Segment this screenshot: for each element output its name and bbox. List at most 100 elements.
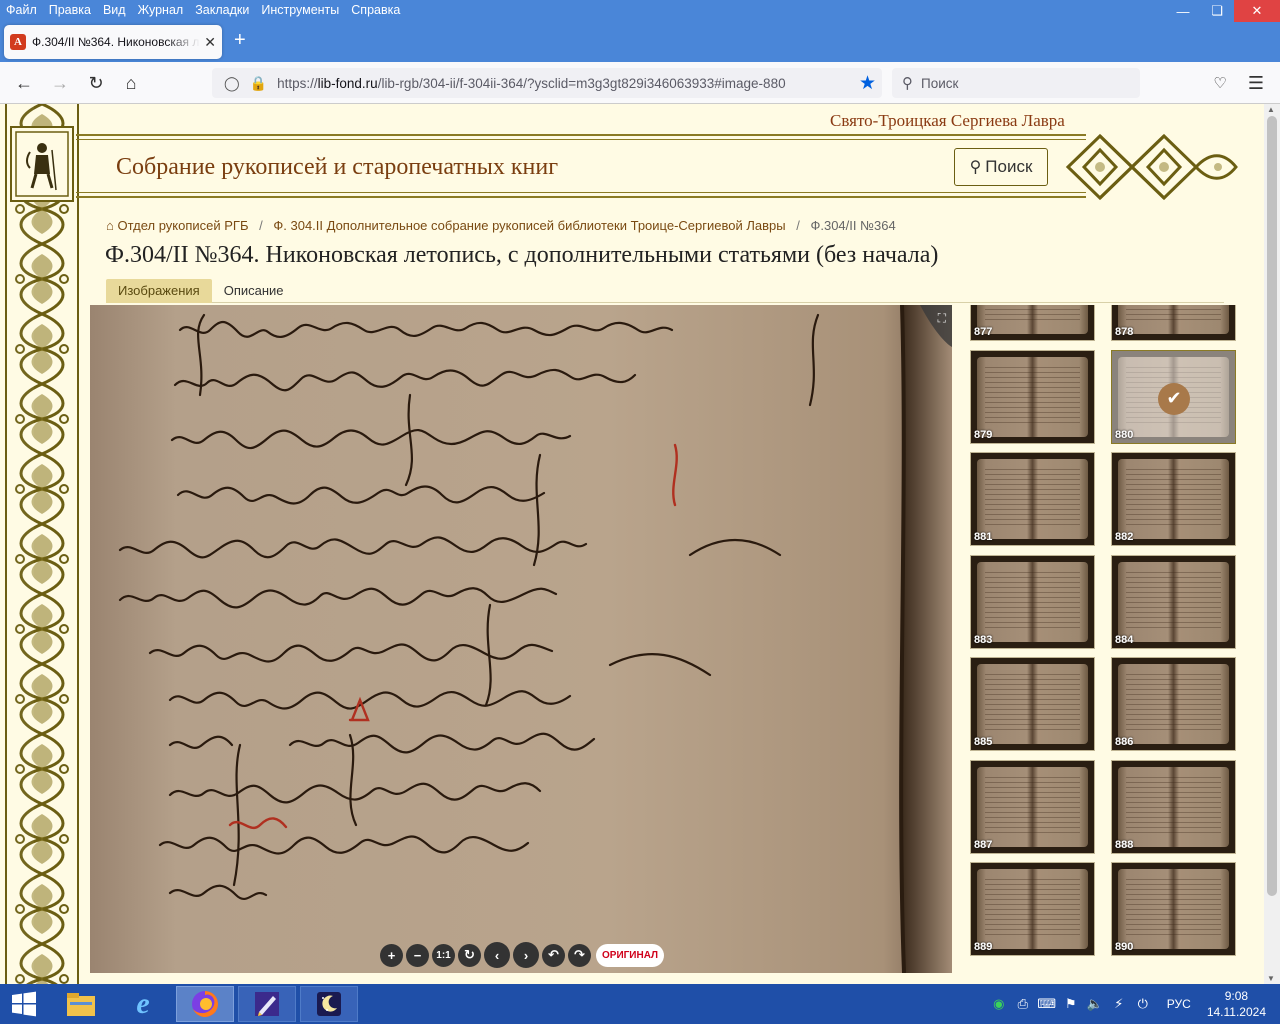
address-bar[interactable]: ◯ 🔒 https://lib-fond.ru/lib-rgb/304-ii/f… bbox=[212, 68, 882, 98]
volume-icon[interactable]: 🔈 bbox=[1083, 996, 1107, 1012]
power-icon[interactable]: ⏻ bbox=[1131, 996, 1155, 1012]
breadcrumb-home[interactable]: Отдел рукописей РГБ bbox=[117, 218, 248, 233]
lavra-link[interactable]: Свято-Троицкая Сергиева Лавра bbox=[830, 111, 1065, 131]
thumbnail-item[interactable]: 886 bbox=[1111, 657, 1236, 751]
thumbnail-image bbox=[1118, 459, 1229, 539]
forward-arrow-icon[interactable]: → bbox=[48, 71, 72, 95]
minimize-button[interactable]: — bbox=[1166, 0, 1200, 22]
flag-icon[interactable]: ⚑ bbox=[1059, 996, 1083, 1012]
thumbnail-item[interactable]: 883 bbox=[970, 554, 1095, 649]
start-button[interactable] bbox=[0, 984, 48, 1024]
search-icon: ⚲ bbox=[969, 159, 982, 176]
site-title[interactable]: Собрание рукописей и старопечатных книг bbox=[116, 154, 558, 181]
scroll-up-icon[interactable]: ▲ bbox=[1267, 105, 1275, 114]
zoom-out-button[interactable]: − bbox=[406, 943, 429, 967]
browser-tab[interactable]: A Ф.304/II №364. Никоновская летопись, с… bbox=[4, 25, 222, 59]
browser-search-input[interactable]: ⚲ Поиск bbox=[892, 68, 1140, 98]
pen-app-icon[interactable] bbox=[238, 986, 296, 1022]
thumbnail-item[interactable]: 888 bbox=[1111, 759, 1236, 854]
menu-bar: Файл Правка Вид Журнал Закладки Инструме… bbox=[0, 0, 1280, 22]
menu-tools[interactable]: Инструменты bbox=[255, 0, 345, 22]
menu-view[interactable]: Вид bbox=[97, 0, 132, 22]
pocket-icon[interactable]: ♡ bbox=[1208, 71, 1232, 95]
thumbnail-image bbox=[977, 459, 1088, 539]
next-page-button[interactable]: › bbox=[513, 942, 539, 968]
site-logo[interactable] bbox=[10, 126, 74, 202]
new-tab-icon[interactable]: + bbox=[234, 30, 246, 50]
actual-size-button[interactable]: 1:1 bbox=[432, 943, 455, 967]
manuscript-viewer[interactable]: ⛶ + − 1:1 ↻ ‹ › ↶ ↷ ОРИГИНАЛ bbox=[90, 305, 952, 973]
tab-description[interactable]: Описание bbox=[212, 279, 296, 303]
close-window-button[interactable]: ✕ bbox=[1234, 0, 1280, 22]
thumbnail-number: 885 bbox=[974, 736, 993, 748]
night-sky-app-icon[interactable] bbox=[300, 986, 358, 1022]
zoom-in-button[interactable]: + bbox=[380, 943, 403, 967]
menu-help[interactable]: Справка bbox=[345, 0, 406, 22]
menu-file[interactable]: Файл bbox=[0, 0, 43, 22]
tab-images[interactable]: Изображения bbox=[106, 279, 212, 303]
scrollbar-thumb[interactable] bbox=[1267, 116, 1277, 896]
thumbnail-item[interactable]: 877 bbox=[970, 305, 1095, 341]
breadcrumb-collection[interactable]: Ф. 304.II Дополнительное собрание рукопи… bbox=[273, 218, 785, 233]
keyboard-icon[interactable]: ⌨ bbox=[1035, 996, 1059, 1012]
thumbnail-item[interactable]: 887 bbox=[970, 759, 1095, 854]
previous-page-button[interactable]: ‹ bbox=[484, 942, 510, 968]
thumbnail-item[interactable]: 885 bbox=[970, 657, 1095, 751]
language-indicator[interactable]: РУС bbox=[1167, 997, 1191, 1011]
thumbnail-number: 881 bbox=[974, 531, 993, 543]
hamburger-menu-icon[interactable]: ☰ bbox=[1244, 71, 1268, 95]
clock[interactable]: 9:08 14.11.2024 bbox=[1207, 988, 1266, 1020]
firefox-icon[interactable] bbox=[176, 986, 234, 1022]
fullscreen-icon[interactable]: ⛶ bbox=[938, 311, 946, 326]
viewer-toolbar: + − 1:1 ↻ ‹ › ↶ ↷ ОРИГИНАЛ bbox=[380, 942, 665, 968]
lock-icon[interactable]: 🔒 bbox=[250, 75, 267, 92]
original-image-button[interactable]: ОРИГИНАЛ bbox=[596, 943, 665, 967]
thumbnail-item[interactable]: ✔ 880 bbox=[1111, 349, 1236, 444]
thumbnail-list: 877 878 879 ✔ 880 881 882 883 884 885 886 887 888 889… bbox=[966, 305, 1262, 973]
connection-icon[interactable]: ⚡ bbox=[1107, 996, 1131, 1012]
document-tabs: Изображения Описание bbox=[106, 279, 1224, 303]
web-page: Свято-Троицкая Сергиева Лавра Собрание р… bbox=[0, 104, 1264, 984]
window-controls: — ❏ ✕ bbox=[1166, 0, 1280, 22]
tab-strip: A Ф.304/II №364. Никоновская летопись, с… bbox=[0, 22, 1280, 62]
reload-icon[interactable]: ↻ bbox=[84, 71, 108, 95]
rotate-left-icon[interactable]: ↶ bbox=[542, 943, 565, 967]
bookmark-star-icon[interactable]: ★ bbox=[859, 72, 876, 95]
thumbnail-item[interactable]: 882 bbox=[1111, 452, 1236, 546]
thumbnail-number: 878 bbox=[1115, 326, 1134, 338]
pilgrim-logo-icon bbox=[15, 131, 69, 197]
printer-icon[interactable]: ⎙ bbox=[1011, 996, 1035, 1012]
menu-bookmarks[interactable]: Закладки bbox=[189, 0, 255, 22]
scroll-down-icon[interactable]: ▼ bbox=[1267, 974, 1275, 983]
shield-icon[interactable]: ◯ bbox=[224, 75, 240, 92]
internet-explorer-icon[interactable]: e bbox=[114, 986, 172, 1022]
clock-time: 9:08 bbox=[1224, 989, 1249, 1003]
breadcrumb-separator: / bbox=[796, 218, 800, 233]
thumbnail-item[interactable]: 889 bbox=[970, 862, 1095, 956]
menu-history[interactable]: Журнал bbox=[132, 0, 190, 22]
thumbnail-number: 883 bbox=[974, 633, 993, 646]
restore-button[interactable]: ❏ bbox=[1200, 0, 1234, 22]
browser-window: Файл Правка Вид Журнал Закладки Инструме… bbox=[0, 0, 1280, 984]
thumbnail-number: 889 bbox=[974, 941, 993, 953]
thumbnail-image bbox=[977, 561, 1088, 642]
thumbnail-item[interactable]: 881 bbox=[970, 452, 1095, 546]
manuscript-page-image bbox=[90, 305, 952, 973]
home-icon[interactable]: ⌂ bbox=[119, 71, 143, 95]
file-explorer-icon[interactable] bbox=[52, 986, 110, 1022]
network-status-icon[interactable]: ◉ bbox=[987, 996, 1011, 1012]
thumbnail-image bbox=[1118, 664, 1229, 744]
site-search-label: Поиск bbox=[985, 157, 1033, 176]
menu-edit[interactable]: Правка bbox=[43, 0, 97, 22]
thumbnail-item[interactable]: 879 bbox=[970, 349, 1095, 444]
rotate-reset-icon[interactable]: ↻ bbox=[458, 943, 481, 967]
close-tab-icon[interactable]: ✕ bbox=[204, 34, 216, 51]
thumbnail-item[interactable]: 890 bbox=[1111, 862, 1236, 956]
back-arrow-icon[interactable]: ← bbox=[12, 71, 36, 95]
site-search-button[interactable]: ⚲ Поиск bbox=[954, 148, 1048, 186]
page-scrollbar[interactable]: ▲ ▼ bbox=[1264, 104, 1280, 984]
thumbnail-item[interactable]: 884 bbox=[1111, 554, 1236, 649]
thumbnail-image bbox=[977, 869, 1088, 949]
thumbnail-item[interactable]: 878 bbox=[1111, 305, 1236, 341]
rotate-right-icon[interactable]: ↷ bbox=[568, 943, 591, 967]
